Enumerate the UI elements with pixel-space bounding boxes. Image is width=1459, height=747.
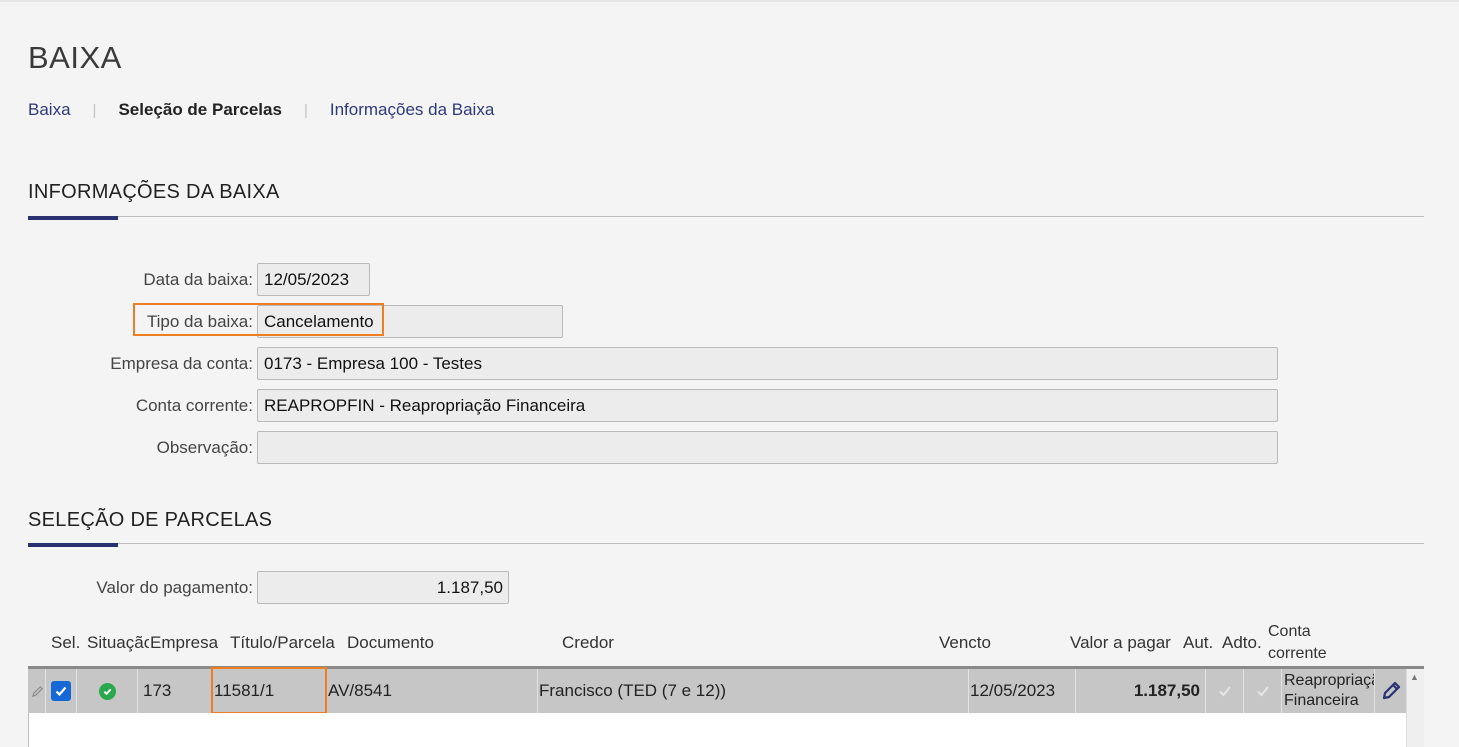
- grid-body: [28, 713, 1406, 747]
- col-header-aut[interactable]: Aut.: [1183, 633, 1213, 653]
- tipo-baixa-label: Tipo da baixa:: [146, 312, 253, 331]
- row-action-edit[interactable]: [1376, 669, 1406, 713]
- col-header-sel[interactable]: Sel.: [51, 633, 80, 653]
- col-header-vencto[interactable]: Vencto: [939, 633, 991, 653]
- column-divider: [211, 669, 212, 713]
- row-situacao: [77, 669, 137, 713]
- col-header-documento[interactable]: Documento: [347, 633, 434, 653]
- col-header-conta-line2[interactable]: corrente: [1268, 645, 1327, 663]
- column-divider: [326, 669, 327, 713]
- data-baixa-label: Data da baixa:: [143, 270, 253, 289]
- selection-section-rule: [28, 543, 1424, 544]
- column-divider: [1374, 669, 1375, 713]
- selection-section-title: SELEÇÃO DE PARCELAS: [28, 509, 273, 531]
- row-conta-corrente: Reapropriação Financeira: [1284, 669, 1374, 713]
- row-titulo: 11581/1: [214, 681, 275, 700]
- row-conta-line2: Financeira: [1284, 692, 1359, 709]
- row-empresa: 173: [143, 681, 172, 700]
- breadcrumb-separator: |: [92, 101, 97, 119]
- col-header-adto[interactable]: Adto.: [1222, 633, 1262, 653]
- observacao-label: Observação:: [156, 438, 253, 457]
- valor-pagamento-label: Valor do pagamento:: [96, 578, 253, 597]
- adto-check-icon: [1254, 682, 1272, 700]
- breadcrumb-baixa[interactable]: Baixa: [28, 100, 71, 120]
- info-section-accent: [28, 216, 118, 220]
- row-conta-line1: Reapropriação: [1284, 672, 1374, 689]
- row-aut: [1206, 669, 1243, 713]
- breadcrumb-separator: |: [303, 101, 308, 119]
- col-header-empresa[interactable]: Empresa: [150, 633, 218, 653]
- empresa-conta-label: Empresa da conta:: [110, 354, 253, 373]
- edit-pencil-icon: [1382, 681, 1401, 700]
- info-section-rule: [28, 216, 1424, 217]
- breadcrumb-selecao-parcelas[interactable]: Seleção de Parcelas: [118, 100, 282, 120]
- col-header-situacao[interactable]: Situação: [87, 633, 149, 653]
- row-valor: 1.187,50: [1133, 681, 1200, 700]
- conta-corrente-label: Conta corrente:: [135, 396, 253, 415]
- column-divider: [968, 669, 969, 713]
- breadcrumb: Baixa | Seleção de Parcelas | Informaçõe…: [28, 100, 494, 120]
- check-circle-icon: [98, 682, 116, 700]
- conta-corrente-field[interactable]: REAPROPFIN - Reapropriação Financeira: [257, 389, 1278, 422]
- column-divider: [1281, 669, 1282, 713]
- tipo-baixa-field[interactable]: Cancelamento: [257, 305, 563, 338]
- row-documento: AV/8541: [328, 681, 392, 700]
- col-header-credor[interactable]: Credor: [562, 633, 614, 653]
- row-credor: Francisco (TED (7 e 12)): [539, 681, 727, 700]
- top-border: [0, 0, 1459, 2]
- info-section-title: INFORMAÇÕES DA BAIXA: [28, 181, 280, 203]
- empresa-conta-field[interactable]: 0173 - Empresa 100 - Testes: [257, 347, 1278, 380]
- row-edit-icon[interactable]: [29, 669, 45, 713]
- column-divider: [537, 669, 538, 713]
- row-vencto: 12/05/2023: [970, 681, 1056, 700]
- breadcrumb-informacoes-baixa[interactable]: Informações da Baixa: [330, 100, 494, 120]
- aut-check-icon: [1216, 682, 1234, 700]
- col-header-conta-line1[interactable]: Conta: [1268, 623, 1311, 641]
- valor-pagamento-field[interactable]: 1.187,50: [257, 571, 509, 604]
- data-baixa-field[interactable]: 12/05/2023: [257, 263, 370, 296]
- triangle-up-icon[interactable]: ▲: [1410, 672, 1419, 682]
- page-title: BAIXA: [28, 40, 122, 75]
- observacao-field[interactable]: [257, 431, 1278, 464]
- row-adto: [1244, 669, 1281, 713]
- col-header-valor[interactable]: Valor a pagar: [1070, 633, 1171, 653]
- col-header-titulo[interactable]: Título/Parcela: [230, 633, 335, 653]
- column-divider: [137, 669, 138, 713]
- row-select-checkbox[interactable]: [46, 669, 76, 713]
- selection-section-accent: [28, 543, 118, 547]
- checkbox-checked-icon: [51, 681, 71, 701]
